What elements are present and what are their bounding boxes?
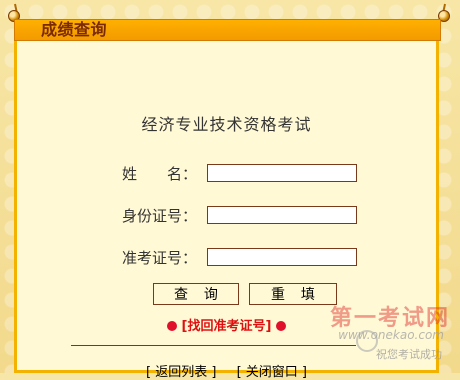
- divider: [71, 345, 356, 346]
- ticket-number-label: 准考证号：: [122, 249, 198, 267]
- red-dot-icon: [167, 321, 178, 331]
- id-number-label: 身份证号：: [122, 207, 198, 225]
- query-button[interactable]: 查 询: [153, 283, 239, 305]
- ticket-number-input[interactable]: [207, 248, 357, 266]
- page-title: 成绩查询: [41, 20, 108, 39]
- footer-links: [ 返回列表 ] [ 关闭窗口 ]: [17, 361, 436, 380]
- form-row-id: 身份证号：: [17, 204, 436, 228]
- name-input[interactable]: [207, 164, 357, 182]
- find-ticket-link[interactable]: [找回准考证号]: [17, 315, 436, 334]
- id-number-input[interactable]: [207, 206, 357, 224]
- header-bar: 成绩查询: [14, 19, 441, 41]
- pin-icon: [438, 3, 452, 22]
- exam-title: 经济专业技术资格考试: [141, 115, 312, 134]
- red-dot-icon: [275, 321, 286, 331]
- pin-icon: [8, 3, 22, 22]
- find-ticket-text[interactable]: [找回准考证号]: [182, 319, 272, 334]
- content-panel: 经济专业技术资格考试 姓 名： 身份证号： 准考证号： 查 询 重 填 [找回准…: [14, 41, 439, 380]
- form-row-ticket: 准考证号：: [17, 246, 436, 270]
- form-row-name: 姓 名：: [17, 162, 436, 186]
- reset-button[interactable]: 重 填: [249, 283, 337, 305]
- name-label: 姓 名：: [122, 165, 198, 183]
